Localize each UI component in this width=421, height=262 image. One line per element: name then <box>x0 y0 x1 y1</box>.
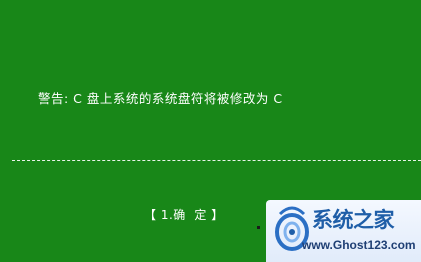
site-watermark: 系统之家 www.Ghost123.com <box>266 200 421 262</box>
watermark-url: www.Ghost123.com <box>302 238 416 252</box>
watermark-title: 系统之家 <box>312 207 395 232</box>
cursor-dot <box>257 226 260 229</box>
dos-screen: 警告: C 盘上系统的系统盘符将被修改为 C 【 1.确 定 】 系统之家 ww… <box>0 0 421 262</box>
confirm-button[interactable]: 【 1.确 定 】 <box>144 206 224 223</box>
dashed-divider <box>12 160 421 161</box>
warning-message: 警告: C 盘上系统的系统盘符将被修改为 C <box>38 91 283 106</box>
